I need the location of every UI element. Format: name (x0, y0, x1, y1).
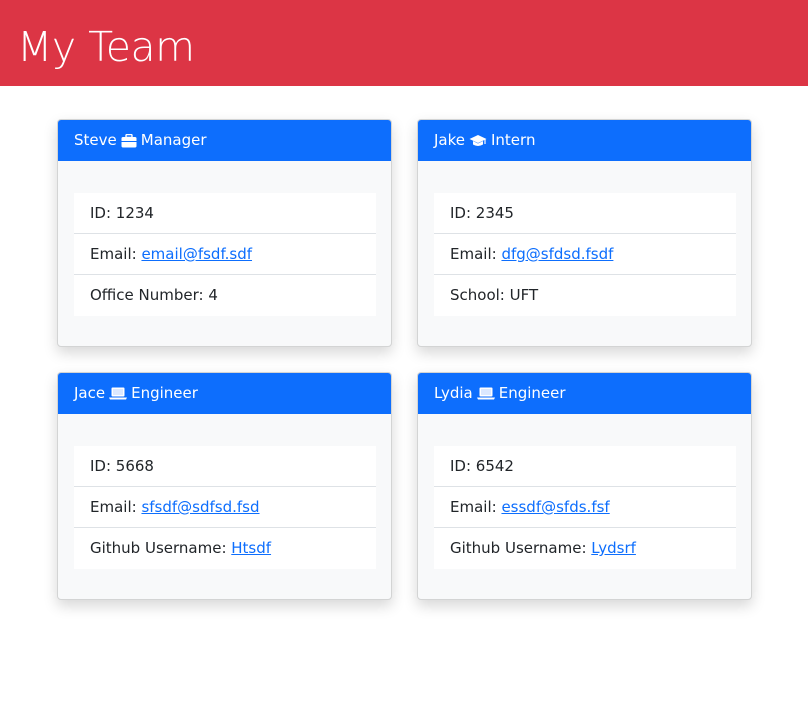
id-value: 5668 (115, 457, 154, 475)
id-row: ID: 6542 (434, 446, 736, 487)
employee-name: Jake (434, 131, 465, 149)
id-value: 6542 (475, 457, 514, 475)
email-link[interactable]: essdf@sfds.fsf (501, 498, 609, 516)
github-link[interactable]: Lydsrf (591, 539, 636, 557)
briefcase-icon (121, 133, 137, 148)
id-row: ID: 2345 (434, 193, 736, 234)
github-link[interactable]: Htsdf (231, 539, 271, 557)
card-header: Jace Engineer (58, 373, 391, 414)
id-value: 1234 (115, 204, 154, 222)
employee-name: Jace (74, 384, 106, 402)
github-row: Github Username: Htsdf (74, 528, 376, 569)
email-label: Email: (90, 498, 142, 516)
id-row: ID: 5668 (74, 446, 376, 487)
graduation-cap-icon (469, 134, 487, 148)
github-label: Github Username: (450, 539, 592, 557)
laptop-icon (109, 387, 128, 400)
email-label: Email: (450, 245, 502, 263)
employee-details: ID: 2345 Email: dfg@sfdsd.fsdf School: U… (434, 193, 736, 316)
employee-name: Steve (74, 131, 117, 149)
email-label: Email: (450, 498, 502, 516)
employee-card-jace: Jace Engineer ID: 5668 Email: sfsdf@sdfs… (57, 372, 392, 600)
employee-role: Manager (140, 131, 207, 149)
email-label: Email: (90, 245, 142, 263)
github-label: Github Username: (90, 539, 232, 557)
office-number-row: Office Number: 4 (74, 275, 376, 316)
employee-role: Intern (491, 131, 536, 149)
github-row: Github Username: Lydsrf (434, 528, 736, 569)
school-row: School: UFT (434, 275, 736, 316)
employee-role: Engineer (498, 384, 566, 402)
email-link[interactable]: email@fsdf.sdf (141, 245, 252, 263)
page-header: My Team (0, 0, 808, 86)
office-number-label: Office Number: (90, 286, 209, 304)
card-header: Jake Intern (418, 120, 751, 161)
employee-card-lydia: Lydia Engineer ID: 6542 Email: essdf@sfd… (417, 372, 752, 600)
employee-details: ID: 5668 Email: sfsdf@sdfsd.fsd Github U… (74, 446, 376, 569)
page-title: My Team (17, 23, 195, 71)
id-label: ID: (90, 457, 116, 475)
school-label: School: (450, 286, 510, 304)
employee-details: ID: 6542 Email: essdf@sfds.fsf Github Us… (434, 446, 736, 569)
employee-card-steve: Steve Manager ID: 1234 Email: email@fsdf… (57, 119, 392, 347)
email-row: Email: email@fsdf.sdf (74, 234, 376, 275)
email-link[interactable]: dfg@sfdsd.fsdf (501, 245, 613, 263)
card-header: Lydia Engineer (418, 373, 751, 414)
email-link[interactable]: sfsdf@sdfsd.fsd (141, 498, 259, 516)
employee-role: Engineer (131, 384, 198, 402)
email-row: Email: sfsdf@sdfsd.fsd (74, 487, 376, 528)
employee-details: ID: 1234 Email: email@fsdf.sdf Office Nu… (74, 193, 376, 316)
id-label: ID: (450, 204, 476, 222)
employee-name: Lydia (434, 384, 473, 402)
employee-card-jake: Jake Intern ID: 2345 Email: dfg@sfdsd.fs… (417, 119, 752, 347)
id-label: ID: (450, 457, 476, 475)
email-row: Email: dfg@sfdsd.fsdf (434, 234, 736, 275)
card-header: Steve Manager (58, 120, 391, 161)
email-row: Email: essdf@sfds.fsf (434, 487, 736, 528)
id-label: ID: (90, 204, 116, 222)
office-number-value: 4 (208, 286, 218, 304)
laptop-icon (476, 387, 495, 400)
id-row: ID: 1234 (74, 193, 376, 234)
school-value: UFT (509, 286, 539, 304)
id-value: 2345 (475, 204, 514, 222)
